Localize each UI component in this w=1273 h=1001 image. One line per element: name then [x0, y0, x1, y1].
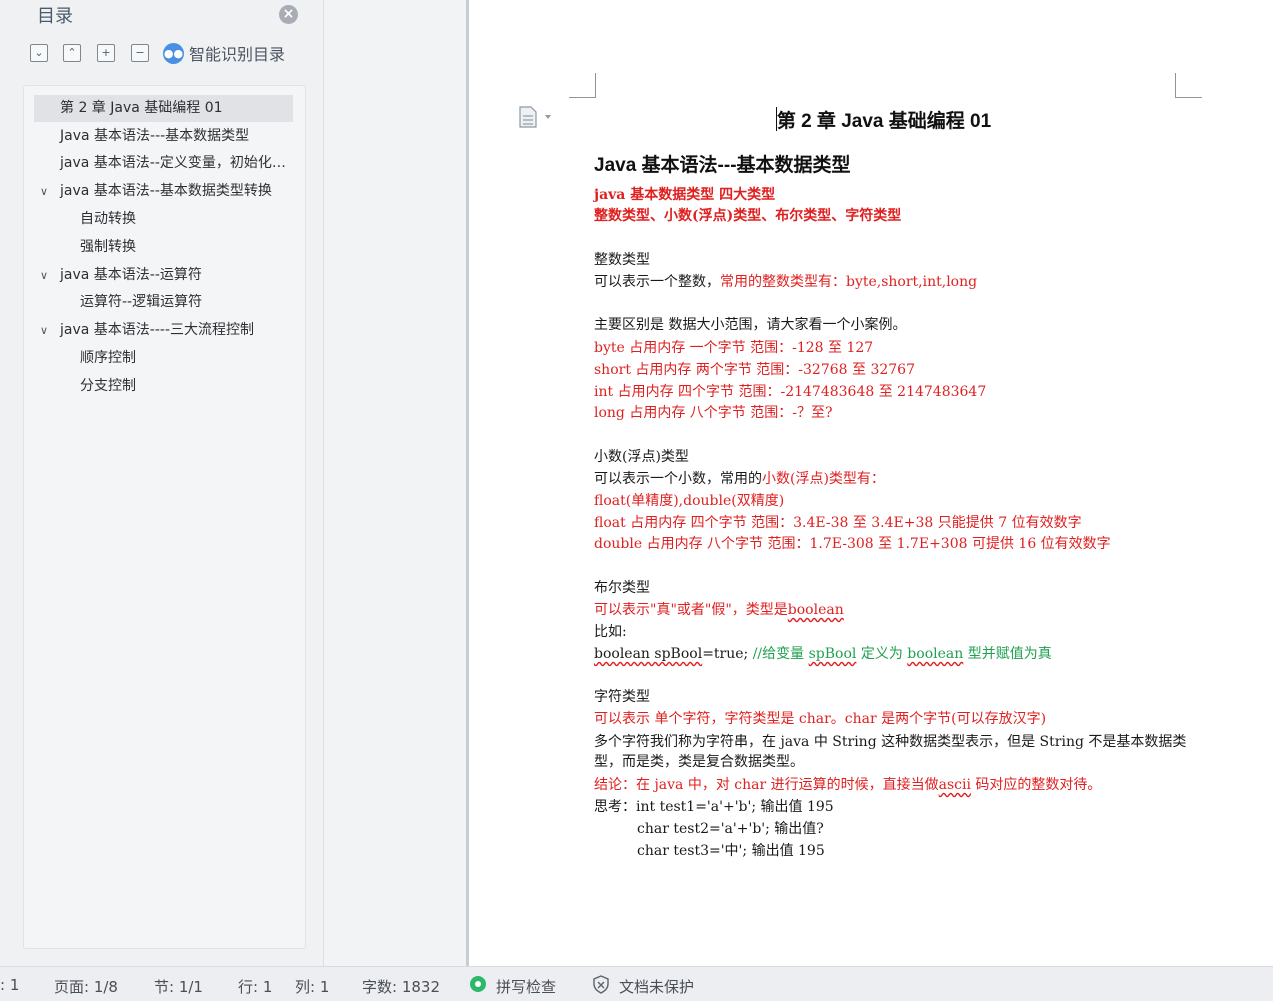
doc-line: java 基本数据类型 四大类型: [594, 187, 776, 203]
paragraph-options-icon[interactable]: [519, 106, 557, 128]
status-section: 节: 1/1: [154, 978, 203, 996]
doc-text: 小数(浮点)类型有：: [762, 471, 885, 487]
doc-line: char test3='中'; 输出值 195: [637, 843, 825, 859]
toc-panel: 目录 × ⌄ ⌃ + − ●● 智能识别目录 第 2 章 Java 基础编程 0…: [0, 0, 324, 966]
toc-item-label: java 基本语法--定义变量，初始化，赋值: [60, 155, 293, 171]
workspace-gutter: [324, 0, 467, 966]
spell-flag-text[interactable]: boolean: [788, 602, 844, 618]
doc-line: 比如:: [594, 624, 627, 640]
doc-text: 可以表示一个小数，常用的: [594, 471, 762, 487]
toc-item[interactable]: ∨ java 基本语法--运算符: [34, 262, 293, 289]
toc-item-label: java 基本语法--基本数据类型转换: [60, 183, 272, 199]
doc-line: 字符类型: [594, 689, 650, 705]
toc-item-label: 第 2 章 Java 基础编程 01: [60, 100, 223, 116]
doc-line: 整数类型、小数(浮点)类型、布尔类型、字符类型: [594, 208, 902, 224]
code-comment: 定义为: [856, 646, 908, 662]
doc-line: 可以表示一个整数，常用的整数类型有：byte,short,int,long: [594, 272, 977, 292]
toc-item-label: 顺序控制: [80, 350, 136, 366]
toc-item-label: java 基本语法--运算符: [60, 267, 202, 283]
section-heading: Java 基本语法---基本数据类型: [594, 155, 851, 176]
doc-line: 小数(浮点)类型: [594, 449, 689, 465]
toc-item[interactable]: ∨ java 基本语法--基本数据类型转换: [34, 178, 293, 205]
toc-item-label: 自动转换: [80, 211, 136, 227]
smart-bot-icon: ●●: [163, 42, 184, 64]
code-comment: //给变量: [752, 646, 809, 662]
add-heading-icon[interactable]: +: [97, 44, 115, 62]
status-section-partial: : 1: [0, 976, 20, 994]
remove-heading-icon[interactable]: −: [131, 44, 149, 62]
code-comment: 型并赋值为真: [963, 646, 1052, 662]
toc-item-label: 运算符--逻辑运算符: [80, 294, 203, 310]
doc-line: 布尔类型: [594, 580, 650, 596]
spell-flag-text[interactable]: spBool: [809, 646, 857, 662]
status-bar: : 1 页面: 1/8 节: 1/1 行: 1 列: 1 字数: 1832 拼写…: [0, 966, 1273, 1001]
doc-line: 可以表示 单个字符，字符类型是 char。char 是两个字节(可以存放汉字): [594, 711, 1047, 727]
doc-line: long 占用内存 八个字节 范围：-？至?: [594, 405, 833, 421]
doc-line: 型，而是类，类是复合数据类型。: [594, 754, 804, 770]
toc-item[interactable]: 第 2 章 Java 基础编程 01: [34, 95, 293, 122]
status-row: 行: 1: [238, 978, 273, 996]
toc-item[interactable]: Java 基本语法---基本数据类型: [34, 123, 293, 150]
text-cursor: [776, 107, 777, 131]
doc-line: 可以表示一个小数，常用的小数(浮点)类型有：: [594, 469, 885, 489]
toc-item[interactable]: 分支控制: [34, 373, 293, 400]
expand-all-icon[interactable]: ⌄: [30, 44, 48, 62]
doc-line: float(单精度),double(双精度): [594, 493, 785, 509]
toc-item-label: Java 基本语法---基本数据类型: [60, 128, 250, 144]
document-title: 第 2 章 Java 基础编程 01: [776, 111, 992, 132]
chevron-down-icon[interactable]: ∨: [40, 178, 48, 205]
spell-flag-text[interactable]: boolean: [907, 646, 963, 662]
doc-line: int 占用内存 四个字节 范围：-2147483648 至 214748364…: [594, 384, 987, 400]
spell-flag-text[interactable]: ascii: [939, 777, 971, 793]
spell-flag-text[interactable]: boolean: [594, 646, 650, 662]
chevron-down-icon[interactable]: ∨: [40, 262, 48, 289]
margin-corner-mark: [569, 73, 596, 98]
shield-icon[interactable]: [592, 975, 610, 994]
toc-item[interactable]: java 基本语法--定义变量，初始化，赋值: [34, 150, 293, 177]
doc-line: char test2='a'+'b'; 输出值?: [637, 821, 824, 837]
spell-flag-text[interactable]: spBool: [650, 646, 702, 662]
doc-text: 可以表示一个整数，: [594, 274, 720, 290]
collapse-all-icon[interactable]: ⌃: [63, 44, 81, 62]
toc-item-label: 强制转换: [80, 239, 136, 255]
doc-line: short 占用内存 两个字节 范围：-32768 至 32767: [594, 362, 916, 378]
doc-text: 常用的整数类型有：byte,short,int,long: [720, 274, 978, 290]
toc-item[interactable]: ∨ java 基本语法----三大流程控制: [34, 317, 293, 344]
toc-item-label: java 基本语法----三大流程控制: [60, 322, 254, 338]
document-protection-button[interactable]: 文档未保护: [619, 976, 694, 997]
doc-text: =true;: [702, 646, 753, 662]
doc-line: float 占用内存 四个字节 范围：3.4E-38 至 3.4E+38 只能提…: [594, 515, 1082, 531]
toc-list: 第 2 章 Java 基础编程 01 Java 基本语法---基本数据类型 ja…: [23, 85, 306, 949]
status-page[interactable]: 页面: 1/8: [54, 976, 118, 997]
doc-line: 主要区别是 数据大小范围，请大家看一个小案例。: [594, 317, 907, 333]
doc-text: 可以表示"真"或者"假"，类型是: [594, 602, 788, 618]
doc-text: 结论：在 java 中，对 char 进行运算的时候，直接当做: [594, 777, 939, 793]
status-col: 列: 1: [295, 978, 330, 996]
spell-check-icon[interactable]: [470, 976, 486, 992]
toc-title: 目录: [37, 6, 73, 27]
doc-line: 整数类型: [594, 252, 650, 268]
status-words[interactable]: 字数: 1832: [362, 976, 440, 997]
margin-corner-mark: [1175, 73, 1202, 98]
doc-text: 码对应的整数对待。: [970, 777, 1102, 793]
doc-line: double 占用内存 八个字节 范围：1.7E-308 至 1.7E+308 …: [594, 536, 1111, 552]
doc-line: 结论：在 java 中，对 char 进行运算的时候，直接当做ascii 码对应…: [594, 775, 1101, 795]
doc-line: boolean spBool=true; //给变量 spBool 定义为 bo…: [594, 644, 1052, 664]
toc-item-label: 分支控制: [80, 378, 136, 394]
toc-item[interactable]: 强制转换: [34, 234, 293, 261]
toc-item[interactable]: 顺序控制: [34, 345, 293, 372]
spell-check-button[interactable]: 拼写检查: [496, 976, 556, 997]
smart-toc-button[interactable]: ●● 智能识别目录: [163, 42, 285, 64]
chevron-down-icon[interactable]: ∨: [40, 317, 48, 344]
doc-line: 多个字符我们称为字符串，在 java 中 String 这种数据类型表示，但是 …: [594, 734, 1187, 750]
smart-toc-label: 智能识别目录: [189, 45, 286, 64]
doc-line: byte 占用内存 一个字节 范围：-128 至 127: [594, 340, 874, 356]
toc-item[interactable]: 运算符--逻辑运算符: [34, 289, 293, 316]
close-icon[interactable]: ×: [279, 5, 298, 24]
doc-line: 可以表示"真"或者"假"，类型是boolean: [594, 600, 844, 620]
toc-item[interactable]: 自动转换: [34, 206, 293, 233]
doc-line: 思考：int test1='a'+'b'; 输出值 195: [594, 799, 834, 815]
